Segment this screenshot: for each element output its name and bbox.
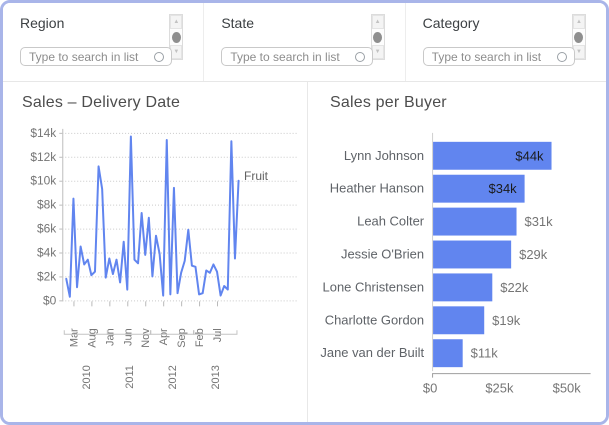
- y-tick-label: $4k: [37, 245, 56, 259]
- scroll-up-icon[interactable]: ▲: [573, 15, 585, 29]
- search-icon: [557, 52, 567, 62]
- bar[interactable]: [433, 208, 516, 236]
- scroll-up-icon[interactable]: ▲: [372, 15, 384, 29]
- scrollbar-thumb[interactable]: [574, 32, 583, 43]
- bar-category-label: Charlotte Gordon: [325, 312, 424, 327]
- line-series-legend: Fruit: [244, 169, 268, 183]
- bar-value-label: $22k: [500, 280, 529, 295]
- bar-value-label: $31k: [525, 214, 554, 229]
- x-tick-label: Apr: [158, 328, 170, 345]
- bar[interactable]: [433, 241, 511, 269]
- scrollbar-thumb[interactable]: [172, 32, 181, 43]
- x-tick-label: Feb: [194, 328, 206, 347]
- x-tick-label: Mar: [68, 328, 80, 347]
- scrollbar-thumb[interactable]: [373, 32, 382, 43]
- y-tick-label: $2k: [37, 269, 56, 283]
- bar-value-label: $34k: [489, 181, 518, 196]
- scrollbar-track[interactable]: [573, 29, 585, 45]
- scroll-down-icon[interactable]: ▼: [170, 45, 182, 59]
- line-chart-panel: Sales – Delivery Date $0$2k$4k$6k$8k$10k…: [3, 82, 308, 422]
- scroll-down-icon[interactable]: ▼: [372, 45, 384, 59]
- bar-category-label: Leah Colter: [357, 214, 425, 229]
- scroll-down-icon[interactable]: ▼: [573, 45, 585, 59]
- bar[interactable]: [433, 273, 492, 301]
- year-label: 2013: [210, 365, 222, 389]
- x-tick-label: $50k: [553, 381, 582, 396]
- x-tick-label: Aug: [86, 328, 98, 347]
- scrollbar-track[interactable]: [170, 29, 182, 45]
- bar-category-label: Lynn Johnson: [344, 148, 424, 163]
- y-tick-label: $8k: [37, 198, 56, 212]
- bar-category-label: Heather Hanson: [330, 181, 424, 196]
- bar-category-label: Jane van der Built: [320, 345, 424, 360]
- bar[interactable]: [433, 339, 463, 367]
- filter-region-search-input[interactable]: [21, 49, 171, 66]
- bar-value-label: $11k: [471, 346, 499, 361]
- bar-category-label: Lone Christensen: [323, 279, 425, 294]
- scrollbar-track[interactable]: [372, 29, 384, 45]
- y-tick-label: $12k: [30, 150, 56, 164]
- charts-area: Sales – Delivery Date $0$2k$4k$6k$8k$10k…: [3, 82, 606, 422]
- y-tick-label: $10k: [30, 174, 56, 188]
- line-chart-canvas[interactable]: $0$2k$4k$6k$8k$10k$12k$14kMarAugJanJunNo…: [3, 82, 307, 422]
- filter-region: Region ▲ ▼: [3, 3, 204, 81]
- year-label: 2011: [124, 365, 136, 389]
- dashboard: Region ▲ ▼ State ▲ ▼ Cat: [0, 0, 609, 425]
- filter-state: State ▲ ▼: [204, 3, 405, 81]
- x-tick-label: $25k: [485, 381, 514, 396]
- bar-value-label: $19k: [492, 313, 521, 328]
- x-tick-label: Jul: [212, 328, 224, 342]
- x-tick-label: $0: [423, 381, 437, 396]
- x-tick-label: Jan: [104, 328, 116, 346]
- filter-state-search-input[interactable]: [222, 49, 372, 66]
- filter-state-searchbox: [221, 47, 373, 66]
- search-icon: [154, 52, 164, 62]
- bar[interactable]: [433, 306, 484, 334]
- filter-category-search-input[interactable]: [424, 49, 574, 66]
- bar-value-label: $44k: [515, 148, 544, 163]
- x-tick-label: Sep: [176, 328, 188, 347]
- y-tick-label: $6k: [37, 222, 56, 236]
- x-tick-label: Jun: [122, 328, 134, 346]
- filter-category-searchbox: [423, 47, 575, 66]
- bar-value-label: $29k: [519, 247, 548, 262]
- bar-category-label: Jessie O'Brien: [341, 246, 424, 261]
- scroll-up-icon[interactable]: ▲: [170, 15, 182, 29]
- y-tick-label: $0: [43, 293, 57, 307]
- y-tick-label: $14k: [30, 126, 56, 140]
- year-label: 2010: [81, 365, 93, 389]
- bar-chart-canvas[interactable]: Lynn Johnson $44k Heather Hanson $34k Leah C…: [308, 82, 606, 422]
- bar-chart-panel: Sales per Buyer Lynn Johnson$44kHeather …: [308, 82, 606, 422]
- filter-category: Category ▲ ▼: [406, 3, 606, 81]
- filter-region-searchbox: [20, 47, 172, 66]
- year-label: 2012: [167, 365, 179, 389]
- sales-line-series[interactable]: [66, 136, 238, 296]
- filter-bar: Region ▲ ▼ State ▲ ▼ Cat: [3, 3, 606, 82]
